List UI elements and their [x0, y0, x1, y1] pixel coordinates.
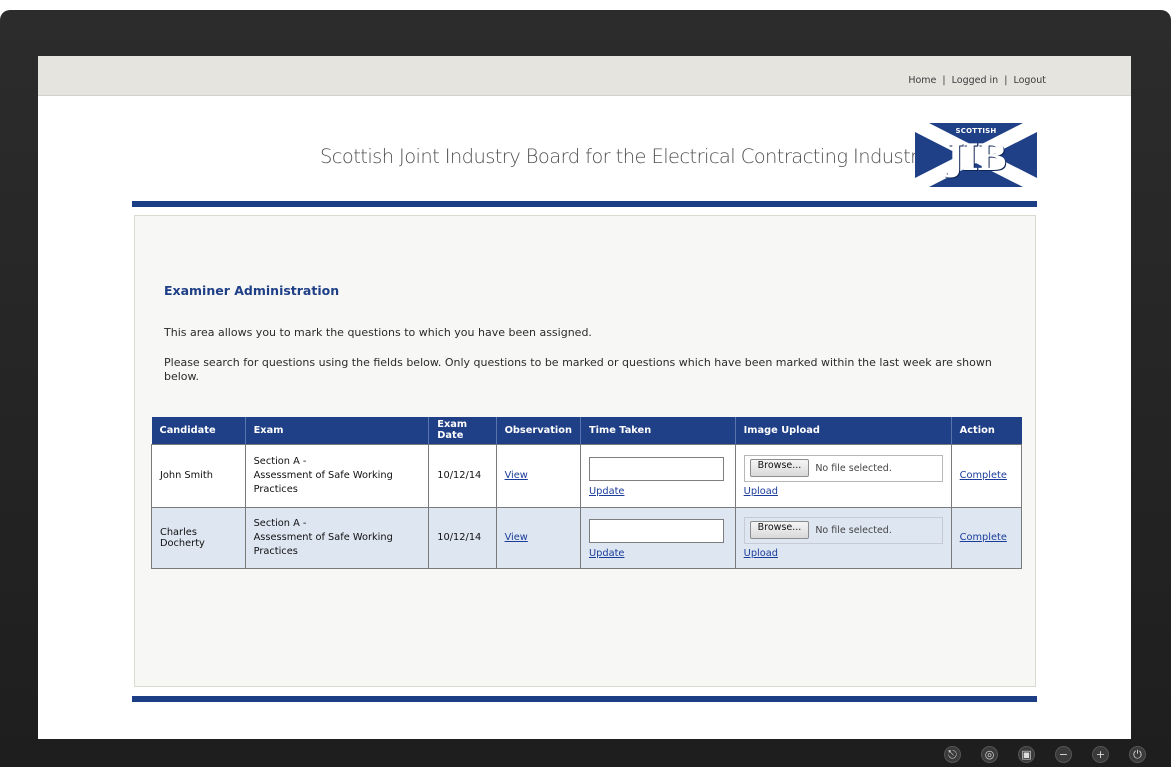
top-nav: Home | Logged in | Logout	[908, 75, 1046, 86]
logo-caption: SCOTTISH	[955, 127, 997, 135]
sjib-logo[interactable]: SCOTTISH JIB	[915, 123, 1037, 187]
time-taken-input[interactable]	[588, 518, 724, 543]
table-row: John Smith Section A - Assessment of Saf…	[151, 443, 1023, 508]
site-title: Scottish Joint Industry Board for the El…	[320, 145, 929, 168]
nav-separator: |	[942, 75, 946, 86]
questions-table: Candidate Exam Exam Date Observation Tim…	[151, 417, 1023, 569]
file-status: No file selected.	[815, 462, 892, 474]
logo-mark: JIB	[946, 137, 1007, 179]
exam-section: Section A -	[253, 517, 307, 529]
nav-separator: |	[1004, 75, 1008, 86]
display-icon[interactable]: ▣	[1018, 746, 1035, 763]
header-divider	[132, 201, 1037, 207]
input-icon[interactable]: ⎋	[944, 746, 961, 763]
browser-viewport: Home | Logged in | Logout Scottish Joint…	[38, 56, 1131, 739]
top-bar: Home | Logged in | Logout	[38, 56, 1131, 96]
observation-cell: View	[495, 506, 581, 569]
minus-icon[interactable]: −	[1055, 746, 1072, 763]
browse-button[interactable]: Browse...	[749, 521, 810, 539]
exam-section: Section A -	[253, 455, 307, 467]
view-observation-link[interactable]: View	[505, 470, 528, 481]
complete-link[interactable]: Complete	[960, 532, 1007, 543]
column-header-observation: Observation	[495, 417, 581, 444]
menu-icon[interactable]: ◎	[981, 746, 998, 763]
logout-link[interactable]: Logout	[1013, 75, 1046, 86]
exam-date-cell: 10/12/14	[428, 443, 497, 508]
column-header-action: Action	[950, 417, 1022, 444]
update-time-link[interactable]: Update	[589, 548, 624, 559]
exam-cell: Section A - Assessment of Safe Working P…	[244, 443, 430, 508]
view-observation-link[interactable]: View	[505, 532, 528, 543]
exam-name: Assessment of Safe Working Practices	[253, 469, 393, 495]
exam-date-cell: 10/12/14	[428, 506, 497, 569]
footer-divider	[132, 696, 1037, 702]
candidate-cell: Charles Docherty	[151, 506, 246, 569]
action-cell: Complete	[950, 506, 1023, 569]
intro-text: This area allows you to mark the questio…	[164, 326, 592, 339]
file-input[interactable]: Browse... No file selected.	[743, 516, 943, 544]
instructions-text: Please search for questions using the fi…	[164, 356, 992, 383]
file-input[interactable]: Browse... No file selected.	[743, 454, 943, 482]
upload-link[interactable]: Upload	[744, 548, 778, 559]
column-header-time-taken: Time Taken	[579, 417, 736, 444]
home-link[interactable]: Home	[908, 75, 936, 86]
update-time-link[interactable]: Update	[589, 486, 624, 497]
monitor-controls: ⎋ ◎ ▣ − + ⏻	[944, 746, 1171, 766]
logged-in-link[interactable]: Logged in	[952, 75, 999, 86]
candidate-cell: John Smith	[151, 443, 246, 508]
time-taken-input[interactable]	[588, 456, 724, 481]
column-header-exam: Exam	[244, 417, 429, 444]
content-panel: Examiner Administration This area allows…	[134, 215, 1036, 687]
browse-button[interactable]: Browse...	[749, 459, 810, 477]
image-upload-cell: Browse... No file selected. Upload	[734, 506, 952, 569]
page-title: Examiner Administration	[164, 283, 340, 298]
action-cell: Complete	[950, 443, 1023, 508]
upload-link[interactable]: Upload	[744, 486, 778, 497]
table-header-row: Candidate Exam Exam Date Observation Tim…	[151, 417, 1022, 444]
column-header-candidate: Candidate	[151, 417, 246, 444]
column-header-exam-date: Exam Date	[428, 417, 497, 444]
column-header-image-upload: Image Upload	[734, 417, 952, 444]
table-row: Charles Docherty Section A - Assessment …	[151, 506, 1023, 569]
plus-icon[interactable]: +	[1092, 746, 1109, 763]
exam-name: Assessment of Safe Working Practices	[253, 531, 393, 557]
power-icon[interactable]: ⏻	[1129, 746, 1146, 763]
exam-cell: Section A - Assessment of Safe Working P…	[244, 506, 430, 569]
observation-cell: View	[495, 443, 581, 508]
image-upload-cell: Browse... No file selected. Upload	[734, 443, 952, 508]
time-taken-cell: Update	[579, 443, 736, 508]
time-taken-cell: Update	[579, 506, 736, 569]
complete-link[interactable]: Complete	[960, 470, 1007, 481]
file-status: No file selected.	[815, 524, 892, 536]
